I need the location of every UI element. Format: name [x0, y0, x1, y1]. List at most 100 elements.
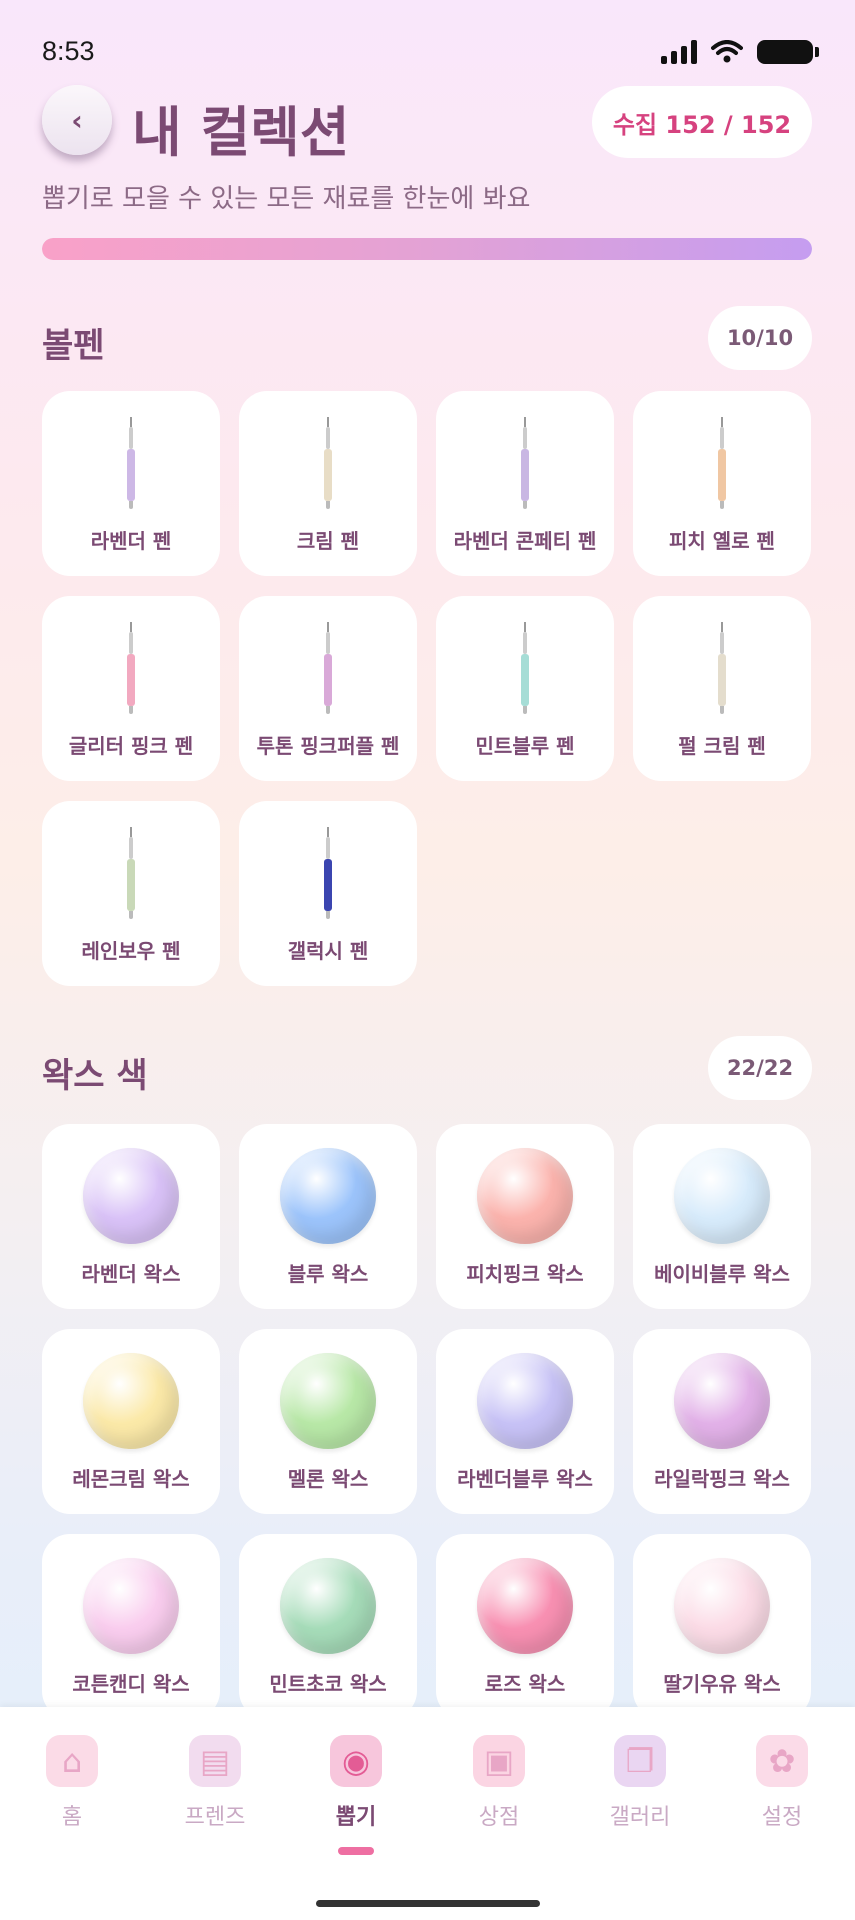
pen-card[interactable]: 투톤 핑크퍼플 펜	[239, 596, 417, 781]
item-label: 라벤더블루 왁스	[457, 1467, 593, 1491]
item-label: 글리터 핑크 펜	[68, 734, 194, 758]
item-label: 라벤더 펜	[90, 529, 172, 553]
nav-item-0[interactable]: ⌂ 홈	[12, 1735, 132, 1831]
shopping-bag-icon: ▣	[473, 1735, 525, 1787]
pen-icon	[718, 622, 726, 714]
wax-bead-icon	[83, 1148, 179, 1244]
pen-card[interactable]: 글리터 핑크 펜	[42, 596, 220, 781]
pen-icon	[521, 417, 529, 509]
pen-card[interactable]: 갤럭시 펜	[239, 801, 417, 986]
item-label: 레인보우 펜	[81, 939, 181, 963]
wax-card[interactable]: 코튼캔디 왁스	[42, 1534, 220, 1719]
nav-item-2[interactable]: ◉ 뽑기	[296, 1735, 416, 1855]
wax-bead-icon	[477, 1558, 573, 1654]
section-title-pens: 볼펜	[42, 326, 105, 366]
pen-icon	[324, 622, 332, 714]
gear-icon: ✿	[756, 1735, 808, 1787]
pen-card[interactable]: 라벤더 펜	[42, 391, 220, 576]
nav-label: 프렌즈	[184, 1805, 246, 1830]
pen-icon	[324, 827, 332, 919]
nav-item-1[interactable]: ▤ 프렌즈	[155, 1735, 275, 1831]
wax-card[interactable]: 베이비블루 왁스	[633, 1124, 811, 1309]
wax-bead-icon	[674, 1558, 770, 1654]
pen-icon	[127, 417, 135, 509]
nav-label: 갤러리	[609, 1805, 671, 1830]
pen-icon	[127, 622, 135, 714]
battery-icon	[757, 40, 819, 64]
wax-card[interactable]: 라일락핑크 왁스	[633, 1329, 811, 1514]
item-label: 피치 옐로 펜	[669, 529, 775, 553]
section-count-badge: 22/22	[708, 1036, 812, 1100]
item-label: 갤럭시 펜	[287, 939, 369, 963]
item-label: 펄 크림 펜	[678, 734, 766, 758]
wax-card[interactable]: 로즈 왁스	[436, 1534, 614, 1719]
item-label: 라벤더 왁스	[81, 1262, 181, 1286]
nav-label: 설정	[761, 1805, 803, 1830]
item-label: 투톤 핑크퍼플 펜	[256, 734, 400, 758]
wax-card[interactable]: 레몬크림 왁스	[42, 1329, 220, 1514]
gacha-machine-icon: ◉	[330, 1735, 382, 1787]
pen-card[interactable]: 펄 크림 펜	[633, 596, 811, 781]
item-label: 라벤더 콘페티 펜	[453, 529, 597, 553]
nav-item-4[interactable]: ❐ 갤러리	[580, 1735, 700, 1831]
wax-bead-icon	[280, 1148, 376, 1244]
wax-card[interactable]: 멜론 왁스	[239, 1329, 417, 1514]
status-bar: 8:53	[42, 36, 819, 76]
item-label: 멜론 왁스	[287, 1467, 369, 1491]
status-time: 8:53	[42, 36, 95, 66]
album-icon: ❐	[614, 1735, 666, 1787]
item-label: 민트초코 왁스	[269, 1672, 387, 1696]
collection-count-badge: 수집 152 / 152	[592, 86, 812, 158]
wax-bead-icon	[83, 1353, 179, 1449]
item-label: 블루 왁스	[287, 1262, 369, 1286]
nav-label: 상점	[478, 1805, 520, 1830]
wifi-icon	[711, 40, 743, 63]
wax-bead-icon	[674, 1148, 770, 1244]
nav-label: 뽑기	[335, 1805, 377, 1830]
wax-card[interactable]: 민트초코 왁스	[239, 1534, 417, 1719]
item-label: 피치핑크 왁스	[466, 1262, 584, 1286]
item-label: 민트블루 펜	[475, 734, 575, 758]
pen-icon	[718, 417, 726, 509]
wax-bead-icon	[280, 1353, 376, 1449]
bottom-nav: ⌂ 홈 ▤ 프렌즈 ◉ 뽑기 ▣ 상점 ❐ 갤러리 ✿ 설정	[0, 1707, 855, 1920]
house-icon: ⌂	[46, 1735, 98, 1787]
nav-item-5[interactable]: ✿ 설정	[722, 1735, 842, 1831]
wax-bead-icon	[280, 1558, 376, 1654]
book-icon: ▤	[189, 1735, 241, 1787]
page-subtitle: 뽑기로 모을 수 있는 모든 재료를 한눈에 봐요	[42, 184, 531, 214]
item-label: 코튼캔디 왁스	[72, 1672, 190, 1696]
progress-fill	[42, 238, 812, 260]
page-title: 내 컬렉션	[132, 101, 350, 164]
item-label: 딸기우유 왁스	[663, 1672, 781, 1696]
wax-card[interactable]: 라벤더 왁스	[42, 1124, 220, 1309]
pen-card[interactable]: 레인보우 펜	[42, 801, 220, 986]
pen-card[interactable]: 민트블루 펜	[436, 596, 614, 781]
collection-progress-bar	[42, 238, 812, 260]
wax-card[interactable]: 딸기우유 왁스	[633, 1534, 811, 1719]
section-title-wax: 왁스 색	[42, 1056, 148, 1096]
wax-bead-icon	[83, 1558, 179, 1654]
item-label: 레몬크림 왁스	[72, 1467, 190, 1491]
wax-bead-icon	[674, 1353, 770, 1449]
pen-card[interactable]: 라벤더 콘페티 펜	[436, 391, 614, 576]
item-label: 크림 펜	[296, 529, 360, 553]
item-label: 라일락핑크 왁스	[654, 1467, 790, 1491]
wax-card[interactable]: 블루 왁스	[239, 1124, 417, 1309]
home-indicator	[316, 1900, 540, 1907]
wax-bead-icon	[477, 1353, 573, 1449]
wax-bead-icon	[477, 1148, 573, 1244]
pen-icon	[521, 622, 529, 714]
pen-icon	[324, 417, 332, 509]
nav-item-3[interactable]: ▣ 상점	[439, 1735, 559, 1831]
wax-card[interactable]: 피치핑크 왁스	[436, 1124, 614, 1309]
wax-card[interactable]: 라벤더블루 왁스	[436, 1329, 614, 1514]
pen-card[interactable]: 피치 옐로 펜	[633, 391, 811, 576]
nav-label: 홈	[61, 1805, 83, 1830]
pen-card[interactable]: 크림 펜	[239, 391, 417, 576]
active-tab-indicator	[338, 1847, 374, 1855]
item-label: 로즈 왁스	[484, 1672, 566, 1696]
section-count-badge: 10/10	[708, 306, 812, 370]
back-button[interactable]: ‹	[42, 85, 112, 155]
signal-icon	[661, 40, 697, 64]
